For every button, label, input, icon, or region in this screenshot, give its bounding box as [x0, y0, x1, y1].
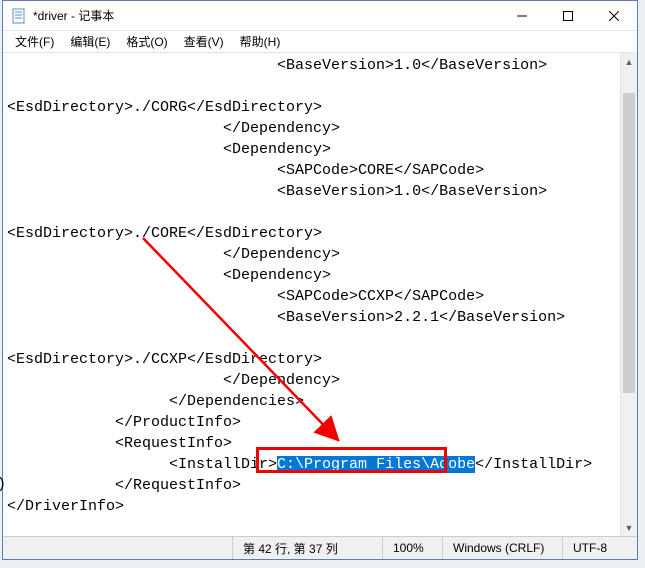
notepad-window: *driver - 记事本 文件(F) 编辑(E) 格式(O) 查看(V) 帮助…	[2, 0, 638, 560]
editor-line: <Dependency>	[7, 141, 331, 158]
editor-line: </Dependency>	[7, 120, 340, 137]
status-position: 第 42 行, 第 37 列	[232, 537, 382, 559]
editor-line: </Dependencies>	[7, 393, 304, 410]
editor-line: <EsdDirectory>./CCXP</EsdDirectory>	[7, 351, 322, 368]
editor-line: <InstallDir>	[7, 456, 277, 473]
minimize-button[interactable]	[499, 1, 545, 31]
menu-help[interactable]: 帮助(H)	[232, 31, 289, 52]
window-title: *driver - 记事本	[33, 7, 114, 24]
status-eol: Windows (CRLF)	[442, 537, 562, 559]
editor-line: </ProductInfo>	[7, 414, 241, 431]
status-zoom: 100%	[382, 537, 442, 559]
close-button[interactable]	[591, 1, 637, 31]
menu-view[interactable]: 查看(V)	[176, 31, 232, 52]
scroll-down-arrow[interactable]: ▼	[621, 519, 637, 536]
maximize-button[interactable]	[545, 1, 591, 31]
menu-file[interactable]: 文件(F)	[7, 31, 62, 52]
editor-line: <RequestInfo>	[7, 435, 232, 452]
editor-line: <EsdDirectory>./CORE</EsdDirectory>	[7, 225, 322, 242]
status-spacer	[3, 537, 232, 559]
editor-line: <SAPCode>CCXP</SAPCode>	[7, 288, 484, 305]
statusbar: 第 42 行, 第 37 列 100% Windows (CRLF) UTF-8	[3, 536, 637, 559]
editor-line: </Dependency>	[7, 246, 340, 263]
status-encoding: UTF-8	[562, 537, 637, 559]
editor-line: </Dependency>	[7, 372, 340, 389]
titlebar[interactable]: *driver - 记事本	[3, 1, 637, 31]
menu-edit[interactable]: 编辑(E)	[62, 31, 118, 52]
app-icon	[11, 8, 27, 24]
text-editor[interactable]: <BaseVersion>1.0</BaseVersion> <EsdDirec…	[3, 53, 620, 536]
editor-line: </InstallDir>	[475, 456, 592, 473]
scroll-up-arrow[interactable]: ▲	[621, 53, 637, 70]
editor-line: <BaseVersion>2.2.1</BaseVersion>	[7, 309, 565, 326]
editor-line: </RequestInfo>	[7, 477, 241, 494]
editor-line: <BaseVersion>1.0</BaseVersion>	[7, 57, 547, 74]
menubar: 文件(F) 编辑(E) 格式(O) 查看(V) 帮助(H)	[3, 31, 637, 52]
scroll-thumb[interactable]	[623, 93, 635, 393]
editor-line: <BaseVersion>1.0</BaseVersion>	[7, 183, 547, 200]
editor-line: </DriverInfo>	[7, 498, 124, 515]
editor-line: <SAPCode>CORE</SAPCode>	[7, 162, 484, 179]
editor-line: <Dependency>	[7, 267, 331, 284]
selected-text: C:\Program Files\Adobe	[277, 456, 475, 473]
background-stray-text: )	[0, 476, 6, 493]
editor-line: <EsdDirectory>./CORG</EsdDirectory>	[7, 99, 322, 116]
vertical-scrollbar[interactable]: ▲ ▼	[620, 53, 637, 536]
menu-format[interactable]: 格式(O)	[118, 31, 175, 52]
